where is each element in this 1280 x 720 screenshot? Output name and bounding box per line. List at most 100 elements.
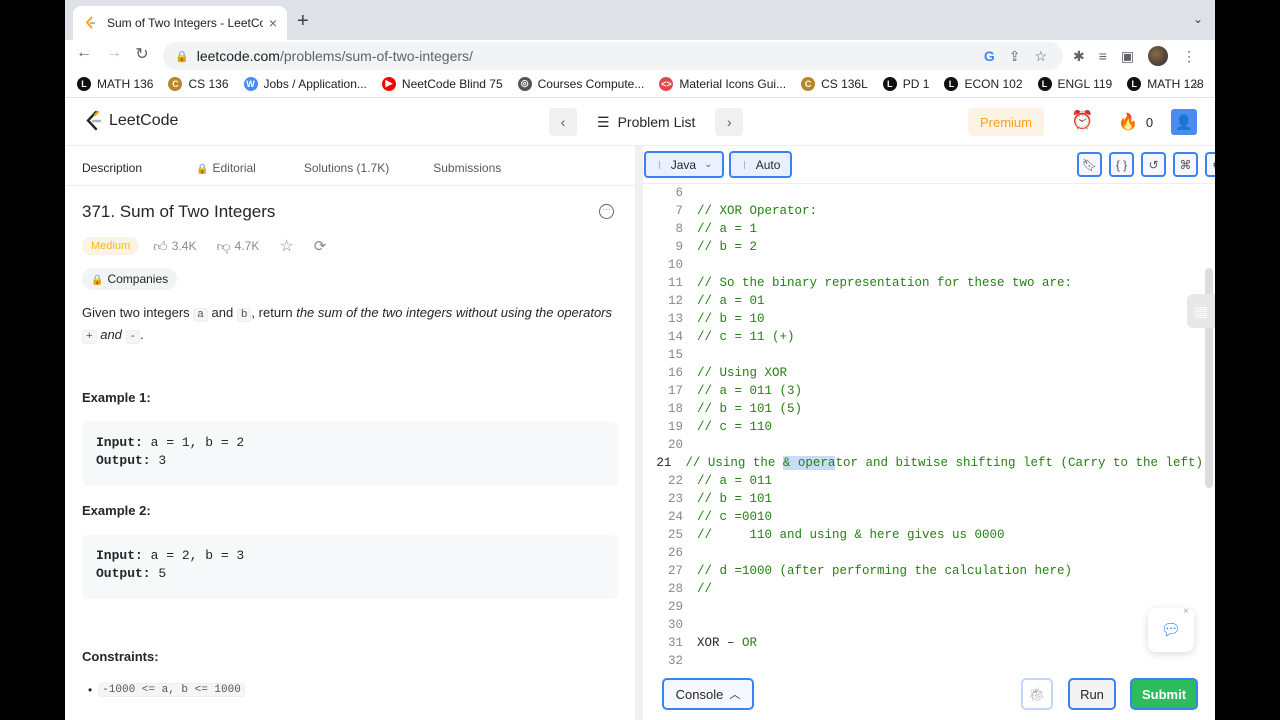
- side-panel-icon[interactable]: ▣: [1121, 48, 1134, 65]
- code-line: 13 // b = 10: [643, 310, 1203, 328]
- problem-list-button[interactable]: ☰ Problem List: [585, 114, 707, 131]
- bookmark-item[interactable]: W Jobs / Application...: [243, 76, 367, 91]
- extensions-puzzle-icon[interactable]: ✱: [1073, 48, 1085, 65]
- line-number: 15: [667, 348, 683, 362]
- tab-description[interactable]: Description: [65, 161, 160, 185]
- more-options-icon[interactable]: ···: [599, 204, 614, 219]
- close-icon[interactable]: ×: [1183, 606, 1189, 617]
- bookmark-item[interactable]: ◎ Courses Compute...: [517, 76, 644, 91]
- forward-arrow-icon[interactable]: →: [103, 44, 125, 62]
- streak-counter[interactable]: 🔥 0: [1118, 112, 1153, 132]
- companies-tag[interactable]: 🔒 Companies: [82, 268, 178, 290]
- tab-submissions-label: Submissions: [433, 161, 502, 175]
- browser-tab[interactable]: Sum of Two Integers - LeetCod ×: [73, 6, 287, 40]
- submit-button[interactable]: Submit: [1130, 678, 1198, 710]
- browser-menu-icon[interactable]: ⋮: [1182, 48, 1196, 65]
- console-button[interactable]: Console ︿: [662, 678, 754, 710]
- prev-problem-button[interactable]: ‹: [549, 108, 577, 136]
- line-number: 25: [667, 528, 683, 542]
- tab-submissions[interactable]: Submissions: [416, 161, 518, 185]
- line-number: 11: [667, 276, 683, 290]
- line-number: 18: [667, 402, 683, 416]
- code-line: 26: [643, 544, 1203, 562]
- reload-icon[interactable]: ↻: [131, 44, 153, 64]
- inline-code-b: b: [236, 308, 252, 322]
- line-number: 21: [656, 456, 672, 470]
- google-icon[interactable]: G: [984, 48, 995, 64]
- flame-icon: 🔥: [1118, 114, 1138, 131]
- back-arrow-icon[interactable]: ←: [73, 44, 95, 62]
- bookmark-item[interactable]: <> Material Icons Gui...: [659, 76, 787, 91]
- code-line: 18 // b = 101 (5): [643, 400, 1203, 418]
- alarm-clock-icon[interactable]: ⏰: [1071, 110, 1093, 131]
- bookmark-star-icon[interactable]: ☆: [1034, 48, 1047, 65]
- code-editor[interactable]: 6 7 // XOR Operator: 8 // a = 1 9 // b = 2 10 11…: [643, 184, 1215, 668]
- problem-meta: Medium 👍︎ 3.4K 👎︎ 4.7K ☆ ⟳: [82, 236, 326, 256]
- star-icon[interactable]: ☆: [279, 236, 293, 256]
- run-button[interactable]: Run: [1068, 678, 1116, 710]
- lang-dot-icon: ❘: [656, 160, 663, 169]
- bookmark-item[interactable]: C CS 136: [168, 76, 229, 91]
- bullet-icon: •: [88, 683, 93, 697]
- example1-title: Example 1:: [82, 390, 151, 405]
- line-number: 20: [667, 438, 683, 452]
- code-text: OR: [742, 636, 758, 650]
- command-icon[interactable]: ⌘: [1173, 152, 1198, 177]
- tab-close-icon[interactable]: ×: [269, 15, 277, 31]
- like-button[interactable]: 👍︎ 3.4K: [153, 238, 196, 255]
- bug-icon[interactable]: 🐞︎: [1021, 678, 1053, 710]
- premium-button[interactable]: Premium: [968, 108, 1044, 136]
- dislike-button[interactable]: 👎︎ 4.7K: [216, 238, 259, 255]
- code-line: 28 //: [643, 580, 1203, 598]
- bookmark-label: CS 136: [188, 76, 229, 91]
- next-problem-button[interactable]: ›: [715, 108, 744, 136]
- language-select[interactable]: ❘ Java ⌄: [644, 151, 725, 178]
- tab-solutions[interactable]: Solutions (1.7K): [287, 161, 406, 185]
- chevron-down-icon: ⌄: [704, 159, 713, 170]
- output-value: 5: [150, 566, 167, 581]
- tab-editorial[interactable]: 🔒 Editorial: [179, 161, 273, 185]
- code-line: 14 // c = 11 (+): [643, 328, 1203, 346]
- mode-select[interactable]: ❘ Auto: [729, 151, 793, 178]
- reset-icon[interactable]: ↺: [1141, 152, 1166, 177]
- bookmark-item[interactable]: L ECON 102: [944, 76, 1023, 91]
- document-icon[interactable]: ▤: [1187, 294, 1215, 328]
- user-avatar[interactable]: 👤: [1171, 109, 1197, 135]
- problem-list-label: Problem List: [617, 114, 696, 130]
- leetcode-logo[interactable]: LeetCode: [85, 110, 178, 132]
- bookmark-label: Material Icons Gui...: [679, 76, 787, 91]
- problem-description: Given two integers a and b, return the s…: [82, 303, 622, 347]
- share-icon[interactable]: ⟳: [314, 237, 327, 255]
- bookmark-item[interactable]: L PD 1: [882, 76, 929, 91]
- line-number: 31: [667, 636, 683, 650]
- thumbs-up-icon: 👍︎: [153, 237, 168, 254]
- address-bar[interactable]: 🔒 leetcode.com/problems/sum-of-two-integ…: [163, 42, 1063, 70]
- bookmark-item[interactable]: C CS 136L: [801, 76, 868, 91]
- bookmark-icon[interactable]: 🔖︎: [1077, 152, 1102, 177]
- bookmark-item[interactable]: ▶ NeetCode Blind 75: [381, 76, 503, 91]
- language-label: Java: [670, 157, 697, 172]
- code-line: 6: [643, 184, 1203, 202]
- line-number: 12: [667, 294, 683, 308]
- line-code: // d =1000 (after performing the calcula…: [697, 564, 1073, 578]
- line-code: // c = 110: [697, 420, 773, 434]
- bookmark-item[interactable]: L ENGL 119: [1037, 76, 1112, 91]
- panel-resize-handle[interactable]: [635, 146, 643, 720]
- bookmarks-more-icon[interactable]: »: [1192, 78, 1199, 92]
- bookmark-label: MATH 136: [97, 76, 154, 91]
- new-tab-button[interactable]: +: [297, 10, 309, 33]
- line-number: 16: [667, 366, 683, 380]
- desc-emphasis: and: [96, 327, 126, 342]
- bookmark-label: CS 136L: [821, 76, 868, 91]
- lock-icon: 🔒: [196, 164, 209, 175]
- reading-list-icon[interactable]: ≡: [1099, 48, 1107, 64]
- settings-icon[interactable]: ⚙: [1205, 152, 1215, 177]
- dislikes-count: 4.7K: [234, 239, 260, 253]
- bookmark-item[interactable]: L MATH 136: [77, 76, 154, 91]
- share-icon[interactable]: ⇪: [1009, 48, 1021, 65]
- lock-icon: 🔒: [175, 50, 189, 63]
- tab-search-chevron-icon[interactable]: ⌄: [1193, 12, 1203, 26]
- line-number: 24: [667, 510, 683, 524]
- profile-avatar[interactable]: [1148, 46, 1169, 66]
- braces-icon[interactable]: { }: [1109, 152, 1134, 177]
